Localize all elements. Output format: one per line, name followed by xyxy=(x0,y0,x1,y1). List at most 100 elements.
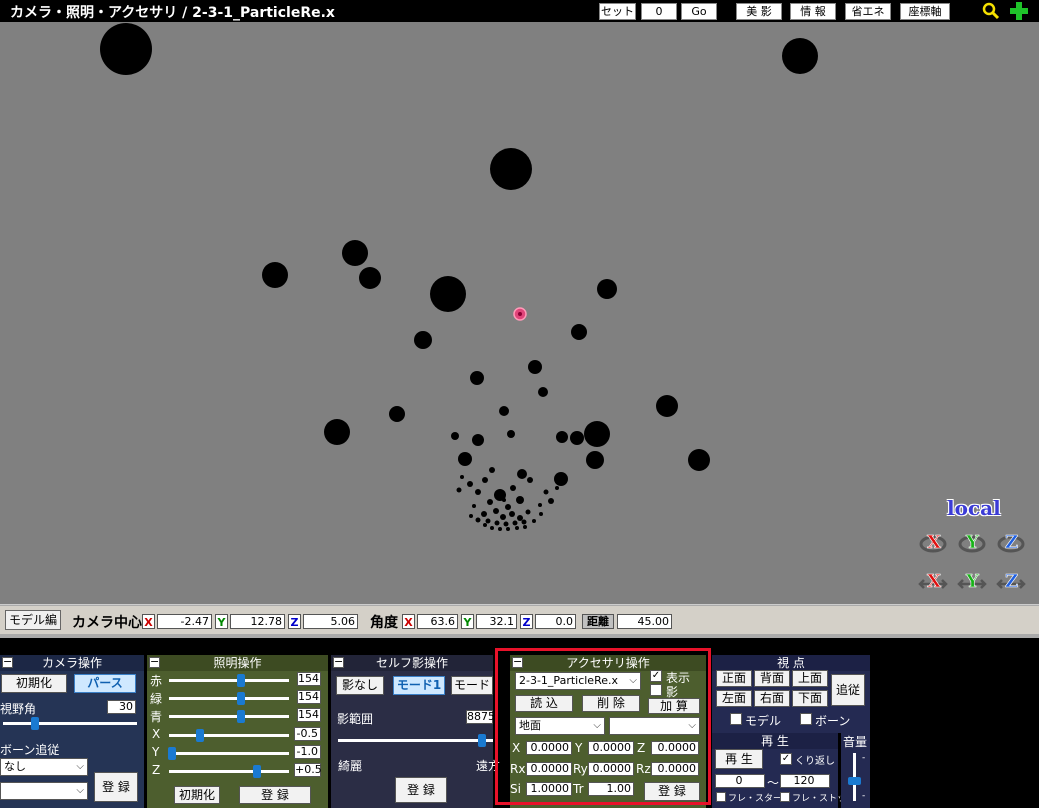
angle-x-field[interactable]: 63.6 xyxy=(417,614,458,629)
load-button[interactable]: 読 込 xyxy=(515,695,573,712)
light-x-slider[interactable] xyxy=(169,729,289,742)
blue-slider-knob[interactable] xyxy=(237,710,245,723)
bone-checkbox[interactable] xyxy=(800,713,812,725)
mode1-button[interactable]: モード1 xyxy=(393,676,445,695)
move-z-icon[interactable]: Z xyxy=(996,568,1026,596)
local-mode-label[interactable]: local xyxy=(947,496,1001,520)
collapse-icon[interactable]: − xyxy=(512,656,523,668)
delete-button[interactable]: 削 除 xyxy=(582,695,640,712)
light-x-field[interactable]: -0.5 xyxy=(294,727,321,741)
right-view-button[interactable]: 右面 xyxy=(754,690,790,707)
go-button[interactable]: Go xyxy=(681,3,717,20)
shadow-register-button[interactable]: 登 録 xyxy=(395,777,447,803)
center-z-field[interactable]: 5.06 xyxy=(303,614,358,629)
svg-text:Z: Z xyxy=(1005,532,1018,553)
volume-slider[interactable] xyxy=(848,753,861,801)
green-plus-icon[interactable] xyxy=(1008,1,1030,21)
accessory-select[interactable]: 2-3-1_ParticleRe.x ⌵ xyxy=(515,672,641,690)
play-from-field[interactable]: 0 xyxy=(715,774,765,788)
blue-slider[interactable] xyxy=(169,710,289,723)
follow-button[interactable]: 追従 xyxy=(831,674,865,706)
acc-si-field[interactable]: 1.0000 xyxy=(526,782,572,796)
acc-y-field[interactable]: 0.0000 xyxy=(588,741,634,755)
red-slider-knob[interactable] xyxy=(237,674,245,687)
perspective-button[interactable]: パース xyxy=(74,674,136,693)
collapse-icon[interactable]: − xyxy=(2,656,13,668)
eco-button[interactable]: 省エネ xyxy=(845,3,891,20)
back-view-button[interactable]: 背面 xyxy=(754,670,790,687)
bone-follow-bone-select[interactable]: ⌵ xyxy=(0,782,88,800)
beauty-shadow-button[interactable]: 美 影 xyxy=(736,3,782,20)
acc-rz-field[interactable]: 0.0000 xyxy=(651,762,699,776)
light-z-slider[interactable] xyxy=(169,765,289,778)
rotate-y-icon[interactable]: Y xyxy=(957,528,987,556)
fov-slider[interactable] xyxy=(3,717,137,730)
add-calc-button[interactable]: 加 算 xyxy=(648,698,700,714)
camera-register-button[interactable]: 登 録 xyxy=(94,772,138,802)
chevron-down-icon: ⌵ xyxy=(688,720,696,731)
3d-viewport[interactable]: local X Y Z X Y Z xyxy=(0,22,1039,604)
move-x-icon[interactable]: X xyxy=(918,568,948,596)
parent-model-select[interactable]: 地面 ⌵ xyxy=(515,717,605,735)
frame-stop-checkbox[interactable] xyxy=(780,792,790,802)
light-z-field[interactable]: +0.5 xyxy=(294,763,322,777)
center-y-field[interactable]: 12.78 xyxy=(230,614,285,629)
collapse-icon[interactable]: − xyxy=(333,656,344,668)
green-slider-knob[interactable] xyxy=(237,692,245,705)
blue-field[interactable]: 154 xyxy=(297,708,321,722)
shadow-checkbox[interactable] xyxy=(650,684,662,696)
top-view-button[interactable]: 上面 xyxy=(792,670,828,687)
frame-start-checkbox[interactable] xyxy=(716,792,726,802)
coord-axis-button[interactable]: 座標軸 xyxy=(900,3,950,20)
acc-x-field[interactable]: 0.0000 xyxy=(526,741,572,755)
light-y-slider[interactable] xyxy=(168,747,289,760)
frame-input[interactable]: 0 xyxy=(641,3,677,20)
rotate-z-icon[interactable]: Z xyxy=(996,528,1026,556)
red-field[interactable]: 154 xyxy=(297,672,321,686)
fov-field[interactable]: 30 xyxy=(107,700,136,714)
distance-field[interactable]: 45.00 xyxy=(617,614,672,629)
light-y-field[interactable]: -1.0 xyxy=(294,745,321,759)
model-edit-button[interactable]: モデル編 xyxy=(5,610,61,630)
volume-slider-knob[interactable] xyxy=(848,777,861,785)
light-init-button[interactable]: 初期化 xyxy=(174,786,220,804)
bone-follow-model-select[interactable]: なし ⌵ xyxy=(0,758,88,776)
rotate-x-icon[interactable]: X xyxy=(918,528,948,556)
light-x-slider-knob[interactable] xyxy=(196,729,204,742)
angle-y-field[interactable]: 32.1 xyxy=(476,614,517,629)
shadow-range-knob[interactable] xyxy=(478,734,486,747)
left-view-button[interactable]: 左面 xyxy=(716,690,752,707)
mode2-button[interactable]: モード2 xyxy=(451,676,493,695)
move-y-icon[interactable]: Y xyxy=(957,568,987,596)
acc-z-field[interactable]: 0.0000 xyxy=(651,741,699,755)
shadow-range-slider[interactable] xyxy=(338,734,493,747)
green-field[interactable]: 154 xyxy=(297,690,321,704)
acc-rx-field[interactable]: 0.0000 xyxy=(526,762,572,776)
bottom-view-button[interactable]: 下面 xyxy=(792,690,828,707)
acc-tr-field[interactable]: 1.00 xyxy=(588,782,634,796)
model-checkbox[interactable] xyxy=(730,713,742,725)
no-shadow-button[interactable]: 影なし xyxy=(336,676,384,695)
front-view-button[interactable]: 正面 xyxy=(716,670,752,687)
camera-init-button[interactable]: 初期化 xyxy=(1,674,67,693)
play-to-field[interactable]: 120 xyxy=(780,774,830,788)
shadow-range-field[interactable]: 8875 xyxy=(466,710,495,724)
set-button[interactable]: セット xyxy=(599,3,636,20)
acc-ry-field[interactable]: 0.0000 xyxy=(588,762,634,776)
fov-slider-knob[interactable] xyxy=(31,717,39,730)
collapse-icon[interactable]: − xyxy=(149,656,160,668)
info-button[interactable]: 情 報 xyxy=(790,3,836,20)
red-slider[interactable] xyxy=(169,674,289,687)
play-button[interactable]: 再 生 xyxy=(715,749,763,769)
center-x-field[interactable]: -2.47 xyxy=(157,614,212,629)
angle-z-field[interactable]: 0.0 xyxy=(535,614,576,629)
repeat-checkbox[interactable]: ✓ xyxy=(780,753,792,765)
green-slider[interactable] xyxy=(169,692,289,705)
accessory-register-button[interactable]: 登 録 xyxy=(644,782,700,801)
light-register-button[interactable]: 登 録 xyxy=(239,786,311,804)
show-checkbox[interactable]: ✓ xyxy=(650,670,662,682)
light-z-slider-knob[interactable] xyxy=(253,765,261,778)
magnifier-icon[interactable] xyxy=(982,2,1000,20)
light-y-slider-knob[interactable] xyxy=(168,747,176,760)
parent-bone-select[interactable]: ⌵ xyxy=(609,717,700,735)
